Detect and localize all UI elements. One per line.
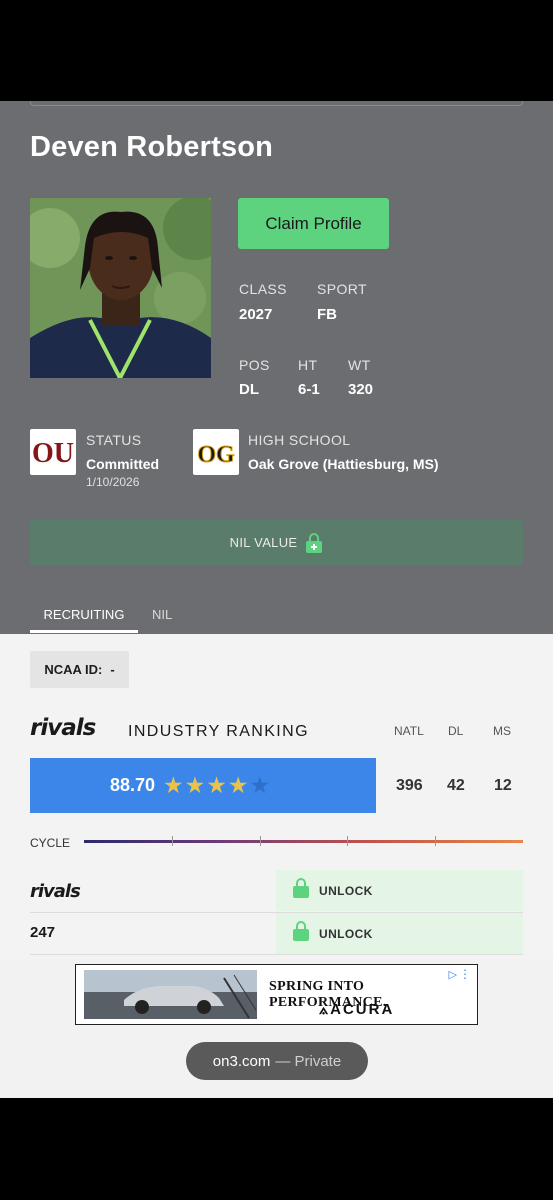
class-label: CLASS	[239, 281, 287, 297]
ad-more-icon[interactable]: ⋮	[459, 967, 471, 981]
cycle-label: CYCLE	[30, 836, 71, 850]
tab-recruiting[interactable]: RECRUITING	[30, 607, 138, 622]
position-rank: 42	[447, 777, 465, 794]
browser-url-pill[interactable]: on3.com — Private	[186, 1042, 368, 1080]
high-school-value[interactable]: Oak Grove (Hattiesburg, MS)	[248, 456, 439, 472]
wt-value: 320	[348, 381, 374, 398]
rivals-unlock-button[interactable]: UNLOCK	[276, 870, 523, 911]
tab-active-underline	[30, 630, 138, 633]
acura-ad-banner[interactable]: SPRING INTO PERFORMANCE. ⟑ACURA ▷ ⋮	[75, 964, 478, 1025]
rivals-logo: rivals	[30, 715, 96, 741]
unlock-label: UNLOCK	[319, 883, 373, 898]
player-name: Deven Robertson	[30, 131, 274, 163]
ht-label: HT	[298, 357, 318, 373]
col-natl: NATL	[394, 724, 424, 738]
ncaa-id-label: NCAA ID:	[44, 662, 103, 677]
commit-date: 1/10/2026	[86, 475, 140, 489]
cycle-tick	[172, 836, 173, 846]
header-top-edge	[30, 101, 523, 106]
ncaa-id-badge: NCAA ID: -	[30, 651, 129, 688]
industry-ranking-title: INDUSTRY RANKING	[128, 723, 309, 740]
service-247-label: 247	[30, 924, 56, 941]
cycle-tick	[260, 836, 261, 846]
lock-icon	[293, 878, 309, 903]
ht-value: 6-1	[298, 381, 320, 398]
ad-choices-icon[interactable]: ▷	[449, 968, 457, 981]
ncaa-id-value: -	[110, 662, 115, 677]
service-rivals-label: rivals	[30, 881, 81, 902]
nil-value-bar[interactable]: NIL VALUE	[30, 520, 523, 565]
class-value: 2027	[239, 306, 273, 323]
247-unlock-button[interactable]: UNLOCK	[276, 913, 523, 954]
star-filled-icon: ★	[163, 772, 184, 799]
svg-text:OU: OU	[32, 438, 74, 469]
cycle-timeline	[84, 840, 523, 843]
high-school-logo: OG	[193, 429, 239, 475]
pos-label: POS	[239, 357, 270, 373]
claim-profile-button[interactable]: Claim Profile	[238, 198, 389, 249]
star-filled-icon: ★	[227, 772, 249, 799]
profile-page: Deven Robertson Claim Profile CLASS 2027…	[0, 101, 553, 1098]
committed-school-logo[interactable]: OU	[30, 429, 76, 475]
unlock-label: UNLOCK	[319, 926, 373, 941]
row-divider	[30, 954, 523, 955]
status-label: STATUS	[86, 432, 142, 448]
col-state: MS	[493, 724, 511, 738]
pos-value: DL	[239, 381, 259, 398]
star-empty-icon: ★	[249, 772, 271, 799]
lock-icon	[293, 921, 309, 946]
state-rank: 12	[494, 777, 512, 794]
browser-private-mode: — Private	[275, 1052, 342, 1070]
sport-label: SPORT	[317, 281, 367, 297]
svg-text:OG: OG	[197, 442, 235, 468]
star-filled-icon: ★	[184, 772, 206, 799]
browser-domain: on3.com	[212, 1052, 271, 1070]
star-filled-icon: ★	[206, 772, 227, 799]
cycle-tick	[435, 836, 436, 846]
natl-rank: 396	[396, 777, 423, 794]
high-school-label: HIGH SCHOOL	[248, 432, 351, 448]
ad-brand-logo: ⟑ACURA	[319, 1001, 395, 1018]
profile-header: Deven Robertson Claim Profile CLASS 2027…	[0, 101, 553, 634]
cycle-tick	[347, 836, 348, 846]
tab-nil[interactable]: NIL	[152, 607, 172, 622]
status-value: Committed	[86, 456, 160, 472]
rating-value: 88.70	[110, 775, 156, 795]
sport-value: FB	[317, 306, 337, 323]
ad-car-image	[84, 970, 257, 1019]
wt-label: WT	[348, 357, 371, 373]
nil-value-label: NIL VALUE	[229, 535, 298, 550]
lock-plus-icon	[305, 532, 323, 553]
col-position: DL	[448, 724, 464, 738]
star-rating: ★★★★★	[163, 773, 271, 799]
player-photo	[30, 198, 211, 378]
industry-rating-bar: 88.70 ★★★★★	[30, 758, 376, 813]
